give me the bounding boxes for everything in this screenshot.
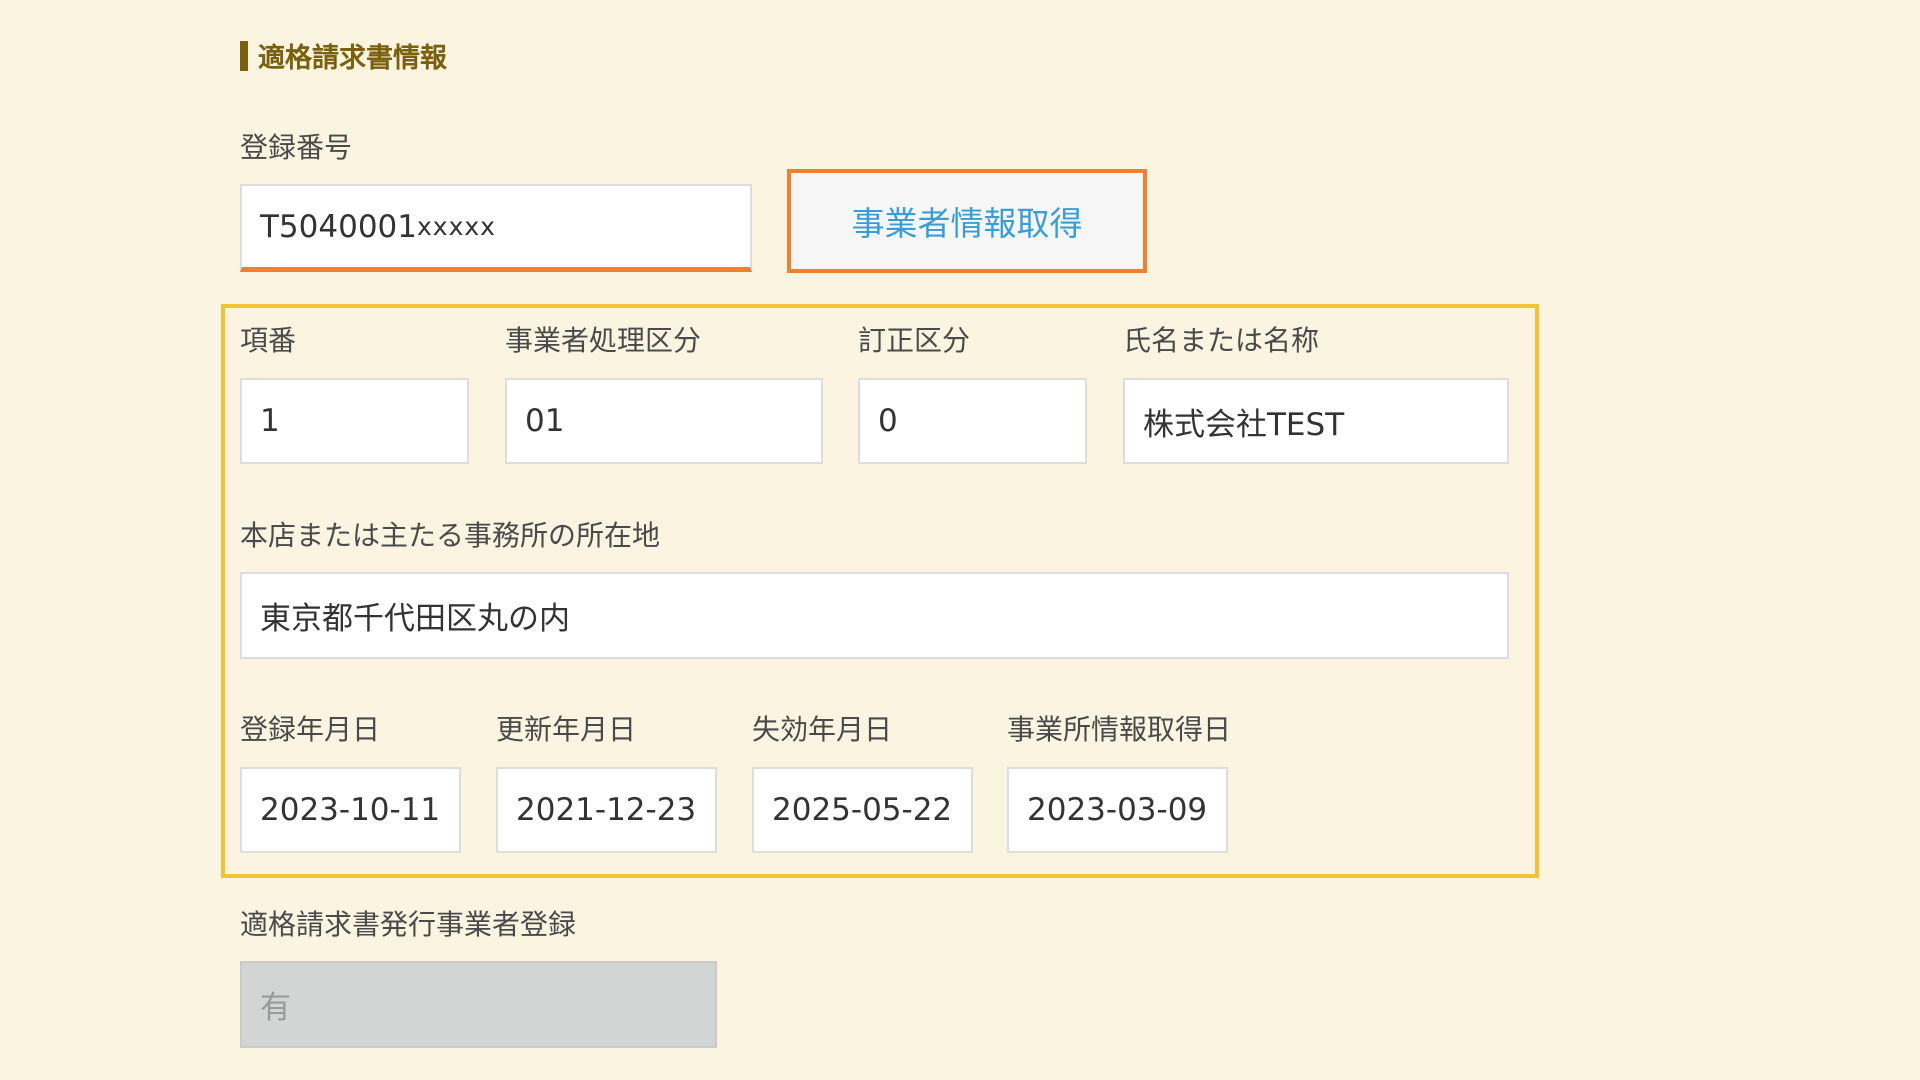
section-title-text: 適格請求書情報 [258, 43, 447, 74]
section-title-bar [240, 40, 248, 71]
business-type-field[interactable]: 01 [505, 378, 823, 464]
item-no-label: 項番 [240, 324, 297, 357]
name-field[interactable]: 株式会社TEST [1123, 378, 1509, 464]
expired-date-field[interactable]: 2025-05-22 [752, 767, 973, 853]
registered-date-field[interactable]: 2023-10-11 [240, 767, 461, 853]
item-no-field[interactable]: 1 [240, 378, 469, 464]
correction-label: 訂正区分 [858, 324, 971, 357]
fetch-business-info-label: 事業者情報取得 [851, 204, 1083, 243]
issuer-registration-label: 適格請求書発行事業者登録 [240, 908, 577, 941]
name-label: 氏名または名称 [1123, 324, 1320, 357]
registration-number-masked: xxxxx [417, 212, 496, 241]
address-field[interactable]: 東京都千代田区丸の内 [240, 572, 1509, 659]
expired-date-label: 失効年月日 [752, 713, 893, 746]
updated-date-label: 更新年月日 [496, 713, 637, 746]
business-type-label: 事業者処理区分 [505, 324, 702, 357]
registration-number-input[interactable]: T5040001 xxxxx [240, 184, 752, 272]
registered-date-label: 登録年月日 [240, 713, 381, 746]
fetched-date-label: 事業所情報取得日 [1007, 713, 1232, 746]
section-title: 適格請求書情報 [240, 36, 447, 75]
registration-number-label: 登録番号 [240, 131, 353, 164]
correction-field[interactable]: 0 [858, 378, 1087, 464]
address-label: 本店または主たる事務所の所在地 [240, 519, 661, 552]
fetched-date-field[interactable]: 2023-03-09 [1007, 767, 1228, 853]
registration-number-prefix: T5040001 [260, 208, 417, 245]
issuer-registration-field: 有 [240, 961, 717, 1048]
fetch-business-info-button[interactable]: 事業者情報取得 [787, 169, 1147, 273]
updated-date-field[interactable]: 2021-12-23 [496, 767, 717, 853]
